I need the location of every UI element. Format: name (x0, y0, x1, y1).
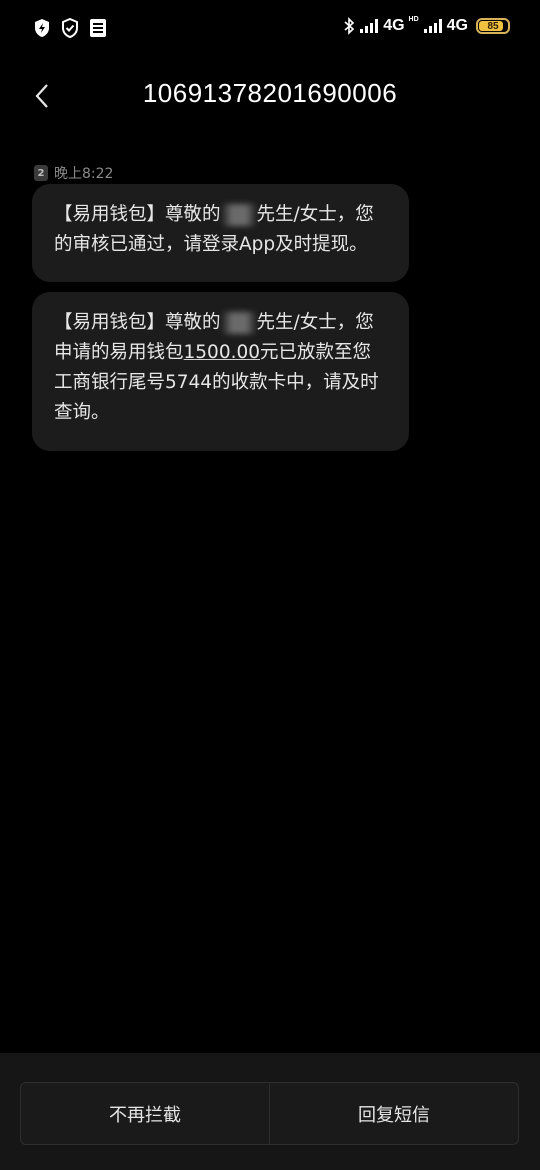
page-title: 10691378201690006 (142, 78, 398, 108)
conversation-header: 10691378201690006 (0, 60, 540, 130)
bluetooth-icon (344, 17, 355, 35)
signal-icon (423, 19, 442, 33)
message-text-part: 【易用钱包】尊敬的 (54, 312, 221, 333)
shield-check-icon (62, 18, 78, 38)
signal-icon (360, 19, 379, 33)
sim-card-icon (90, 19, 106, 37)
redacted-name (220, 204, 257, 226)
network-type-1: 4G (383, 17, 405, 34)
reply-sms-button[interactable]: 回复短信 (270, 1083, 518, 1144)
redacted-name (220, 312, 257, 334)
battery-icon: 85 (476, 18, 510, 34)
sim-slot-badge: 2 (34, 165, 48, 181)
timestamp-text: 晚上8:22 (54, 166, 114, 182)
battery-level: 85 (487, 20, 499, 32)
network-type-2: 4G (446, 17, 468, 34)
message-text-part: 【易用钱包】尊敬的 (54, 204, 221, 225)
amount-link[interactable]: 1500.00 (184, 342, 261, 363)
message-bubble[interactable]: 【易用钱包】尊敬的 先生/女士，您的审核已通过，请登录App及时提现。 (32, 184, 409, 282)
status-right-icons: 4G HD 4G 85 (343, 15, 510, 35)
bottom-action-bar: 不再拦截 回复短信 (0, 1053, 540, 1170)
unblock-button[interactable]: 不再拦截 (21, 1083, 269, 1144)
action-button-group: 不再拦截 回复短信 (20, 1082, 519, 1145)
status-bar: 4G HD 4G 85 (0, 0, 540, 58)
hd-badge: HD (408, 15, 419, 23)
message-timestamp: 2 晚上8:22 (34, 163, 113, 183)
shield-lightning-icon (35, 19, 49, 37)
message-bubble[interactable]: 【易用钱包】尊敬的 先生/女士，您申请的易用钱包1500.00元已放款至您工商银行… (32, 292, 409, 451)
status-left-icons (33, 18, 107, 38)
